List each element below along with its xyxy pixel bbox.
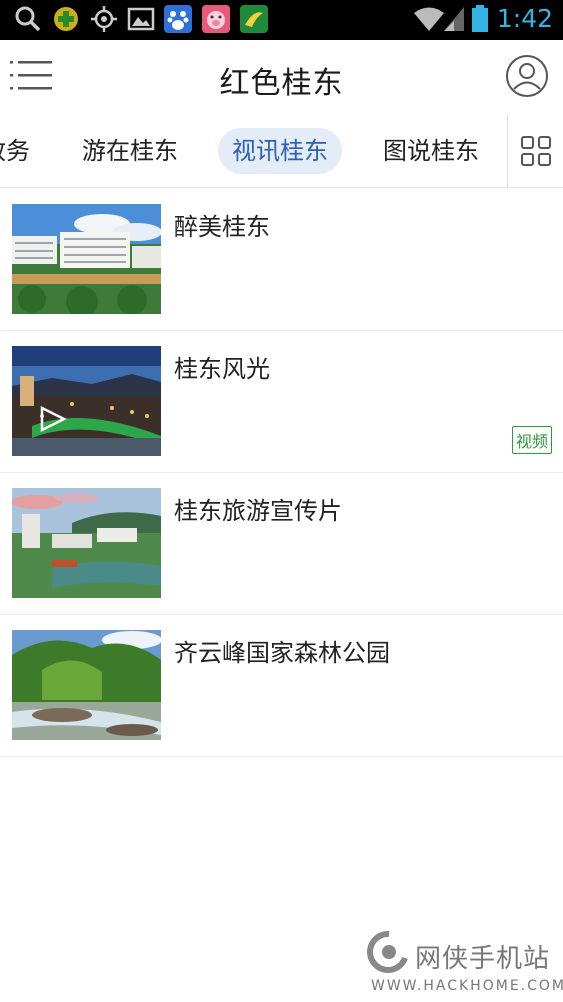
- search-icon: [15, 6, 41, 32]
- thumbnail-image: [12, 488, 161, 598]
- hackhome-logo-icon: [367, 930, 408, 973]
- item-title: 桂东旅游宣传片: [174, 497, 342, 525]
- tab-government[interactable]: 政务: [0, 128, 30, 174]
- category-tabs: 政务 游在桂东 视讯桂东 图说桂东: [0, 114, 563, 188]
- page-title: 红色桂东: [219, 66, 344, 101]
- status-bar: 1:42: [0, 0, 563, 40]
- grid-icon: [521, 136, 551, 166]
- video-badge: 视频: [511, 426, 552, 454]
- video-list: 醉美桂东 桂东风光 视频 桂东旅游宣传片 齐云峰国家森林公园: [0, 189, 563, 757]
- watermark-name: 网侠手机站: [415, 944, 551, 974]
- thumbnail-image: [12, 204, 161, 314]
- green-app-icon: [240, 5, 268, 33]
- watermark-url: WWW.HACKHOME.COM: [371, 978, 563, 994]
- gallery-icon: [127, 7, 155, 31]
- item-title: 桂东风光: [174, 355, 270, 383]
- item-title: 齐云峰国家森林公园: [174, 639, 390, 667]
- signal-icon: [444, 7, 464, 31]
- clock: 1:42: [496, 4, 553, 33]
- list-item[interactable]: 桂东风光 视频: [0, 331, 563, 473]
- wifi-icon: [414, 7, 444, 31]
- tab-travel[interactable]: 游在桂东: [82, 128, 178, 174]
- battery-icon: [472, 5, 488, 32]
- app-plus-icon: [54, 7, 78, 31]
- pig-app-icon: [202, 5, 230, 33]
- list-item[interactable]: 齐云峰国家森林公园: [0, 615, 563, 757]
- baidu-icon: [164, 5, 192, 33]
- thumbnail-image: [12, 346, 161, 456]
- watermark: 网侠手机站 WWW.HACKHOME.COM: [365, 928, 563, 998]
- thumbnail-image: [12, 630, 161, 740]
- item-title: 醉美桂东: [174, 213, 270, 241]
- tab-video[interactable]: 视讯桂东: [218, 128, 342, 174]
- user-icon[interactable]: [505, 54, 549, 98]
- list-item[interactable]: 桂东旅游宣传片: [0, 473, 563, 615]
- app-header: 红色桂东: [0, 40, 563, 114]
- tab-pictures[interactable]: 图说桂东: [383, 128, 479, 174]
- locate-icon: [91, 6, 117, 32]
- list-item[interactable]: 醉美桂东: [0, 189, 563, 331]
- more-tabs-button[interactable]: [508, 114, 563, 187]
